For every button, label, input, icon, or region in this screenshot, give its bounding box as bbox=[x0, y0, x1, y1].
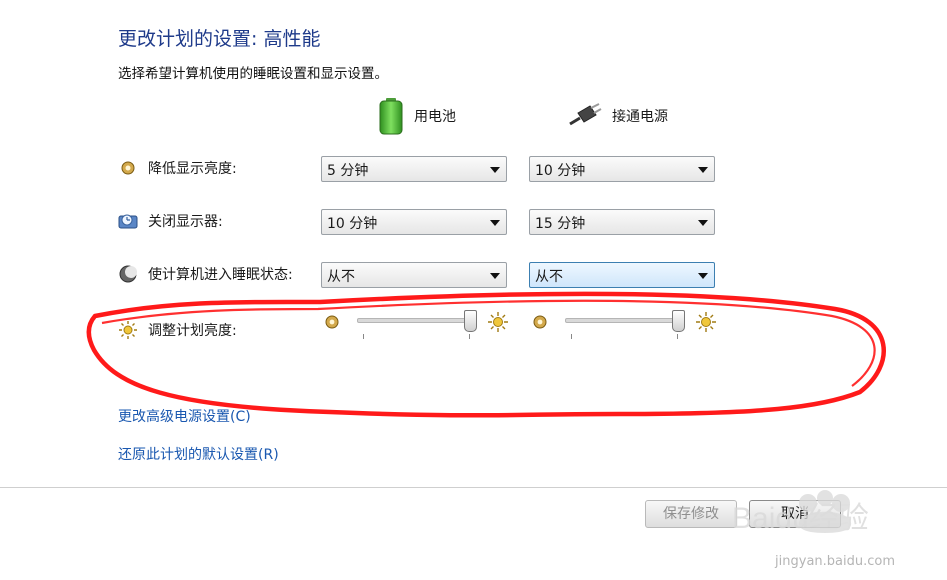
plugged-column-header: 接通电源 bbox=[566, 96, 668, 136]
turn-off-display-battery-value: 10 分钟 bbox=[327, 216, 378, 232]
dim-display-plugged-select[interactable]: 10 分钟 bbox=[529, 156, 715, 182]
sleep-label: 使计算机进入睡眠状态: bbox=[148, 267, 293, 283]
advanced-power-settings-link[interactable]: 更改高级电源设置(C) bbox=[118, 406, 251, 426]
brightness-battery-slider[interactable] bbox=[323, 310, 523, 340]
sleep-battery-select[interactable]: 从不 bbox=[321, 262, 507, 288]
sleep-plugged-select[interactable]: 从不 bbox=[529, 262, 715, 288]
display-clock-icon bbox=[118, 214, 138, 229]
battery-column-header: 用电池 bbox=[378, 96, 456, 136]
slider-tick bbox=[677, 334, 678, 339]
turn-off-display-plugged-select[interactable]: 15 分钟 bbox=[529, 209, 715, 235]
dropdown-arrow-icon bbox=[698, 273, 708, 279]
dim-display-label-row: 降低显示亮度: bbox=[118, 158, 237, 178]
dropdown-arrow-icon bbox=[698, 220, 708, 226]
turn-off-display-label: 关闭显示器: bbox=[148, 214, 223, 230]
dropdown-arrow-icon bbox=[490, 220, 500, 226]
dim-brightness-icon bbox=[325, 315, 339, 329]
sleep-plugged-value: 从不 bbox=[535, 269, 563, 285]
power-plug-icon bbox=[569, 103, 602, 126]
sleep-battery-value: 从不 bbox=[327, 269, 355, 285]
page-subtitle: 选择希望计算机使用的睡眠设置和显示设置。 bbox=[118, 66, 388, 82]
bright-sun-icon bbox=[488, 312, 508, 332]
brightness-label: 调整计划亮度: bbox=[148, 323, 237, 339]
slider-thumb[interactable] bbox=[671, 310, 685, 332]
dropdown-arrow-icon bbox=[698, 167, 708, 173]
slider-tick bbox=[363, 334, 364, 339]
bright-sun-icon bbox=[696, 312, 716, 332]
page-title: 更改计划的设置: 高性能 bbox=[118, 28, 321, 50]
sleep-label-row: 使计算机进入睡眠状态: bbox=[118, 264, 293, 284]
watermark-url: jingyan.baidu.com bbox=[775, 554, 895, 569]
moon-icon bbox=[119, 265, 137, 283]
plugged-column-label: 接通电源 bbox=[612, 109, 668, 125]
dim-display-battery-value: 5 分钟 bbox=[327, 163, 369, 179]
sun-icon bbox=[119, 321, 137, 339]
slider-thumb[interactable] bbox=[463, 310, 477, 332]
dim-brightness-icon bbox=[121, 161, 135, 175]
dropdown-arrow-icon bbox=[490, 167, 500, 173]
turn-off-display-battery-select[interactable]: 10 分钟 bbox=[321, 209, 507, 235]
battery-column-label: 用电池 bbox=[414, 109, 456, 125]
brightness-plugged-slider[interactable] bbox=[531, 310, 731, 340]
slider-track bbox=[357, 318, 477, 323]
watermark-brand: Baidu经验 bbox=[732, 502, 869, 535]
slider-tick bbox=[571, 334, 572, 339]
turn-off-display-label-row: 关闭显示器: bbox=[118, 211, 223, 231]
dropdown-arrow-icon bbox=[490, 273, 500, 279]
slider-tick bbox=[469, 334, 470, 339]
slider-track bbox=[565, 318, 685, 323]
restore-defaults-link[interactable]: 还原此计划的默认设置(R) bbox=[118, 444, 279, 464]
dim-display-label: 降低显示亮度: bbox=[148, 161, 237, 177]
dim-display-battery-select[interactable]: 5 分钟 bbox=[321, 156, 507, 182]
dim-display-plugged-value: 10 分钟 bbox=[535, 163, 586, 179]
brightness-label-row: 调整计划亮度: bbox=[118, 320, 237, 340]
turn-off-display-plugged-value: 15 分钟 bbox=[535, 216, 586, 232]
save-button[interactable]: 保存修改 bbox=[645, 500, 737, 528]
dim-brightness-icon bbox=[533, 315, 547, 329]
battery-icon bbox=[379, 98, 403, 135]
